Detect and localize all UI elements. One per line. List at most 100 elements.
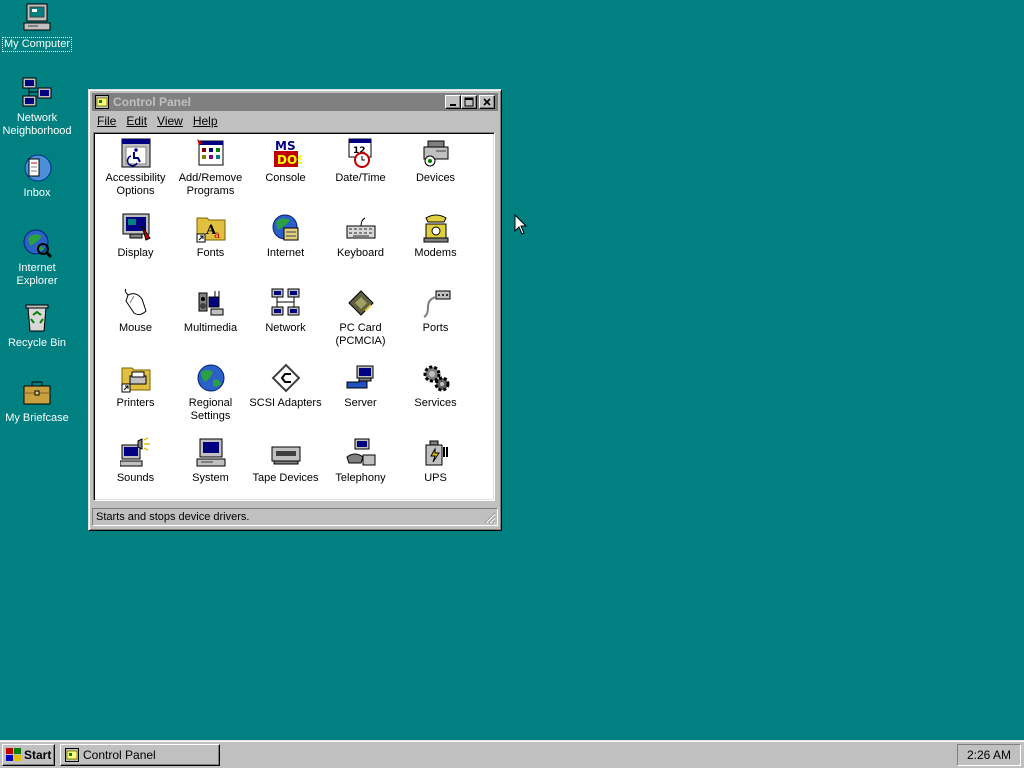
- applet-system[interactable]: System: [173, 437, 248, 485]
- menu-view-label: View: [157, 114, 183, 128]
- applet-tape-devices[interactable]: Tape Devices: [248, 437, 323, 485]
- applet-server[interactable]: Server: [323, 362, 398, 410]
- start-button[interactable]: Start: [2, 744, 55, 766]
- regional-settings-icon: [197, 364, 224, 392]
- internet-explorer-icon: [23, 229, 53, 259]
- applet-scsi-adapters[interactable]: SCSI Adapters: [248, 362, 323, 410]
- resize-grip-icon[interactable]: [484, 512, 496, 524]
- window-title: Control Panel: [113, 95, 192, 109]
- applet-devices[interactable]: Devices: [398, 137, 473, 185]
- status-text: Starts and stops device drivers.: [92, 508, 498, 526]
- fonts-icon: A a: [196, 217, 225, 243]
- inbox-icon: [24, 154, 52, 182]
- applet-console[interactable]: MS DOS Console: [248, 137, 323, 185]
- telephony-icon: [345, 438, 375, 466]
- applet-mouse[interactable]: Mouse: [98, 287, 173, 335]
- applet-multimedia[interactable]: Multimedia: [173, 287, 248, 335]
- desktop-icon-my-computer[interactable]: My Computer: [0, 2, 74, 52]
- server-icon: [346, 365, 373, 389]
- status-bar: Starts and stops device drivers.: [92, 508, 498, 526]
- accessibility-icon: [121, 138, 150, 168]
- applet-ups[interactable]: UPS: [398, 437, 473, 485]
- menu-edit-label: Edit: [126, 114, 148, 128]
- applet-label: Server: [344, 397, 377, 409]
- multimedia-icon: [198, 291, 223, 316]
- applet-pc-card[interactable]: PC Card (PCMCIA): [323, 287, 398, 348]
- close-icon: [483, 98, 491, 106]
- services-icon: [423, 365, 449, 392]
- close-button[interactable]: [479, 95, 495, 109]
- applet-regional-settings[interactable]: Regional Settings: [173, 362, 248, 423]
- title-bar[interactable]: Control Panel: [92, 93, 498, 111]
- sounds-icon: [119, 437, 150, 467]
- windows-logo-icon: [6, 748, 21, 761]
- applet-label: Sounds: [116, 472, 155, 484]
- applet-label: Tape Devices: [252, 472, 319, 484]
- applet-label: Console: [265, 172, 306, 184]
- menu-help[interactable]: Help: [188, 112, 223, 131]
- applet-label: PC Card (PCMCIA): [335, 322, 386, 347]
- taskbar: Start Control Panel 2:26 AM: [0, 740, 1024, 768]
- applet-services[interactable]: Services: [398, 362, 473, 410]
- svg-text:DOS: DOS: [277, 153, 302, 167]
- applet-sounds[interactable]: Sounds: [98, 437, 173, 485]
- maximize-button[interactable]: [461, 95, 477, 109]
- desktop-icon-label: Network Neighborhood: [2, 112, 72, 137]
- menu-view[interactable]: View: [152, 112, 188, 131]
- applet-label: Devices: [415, 172, 456, 184]
- desktop-icon-network-neighborhood[interactable]: Network Neighborhood: [0, 76, 74, 138]
- applet-telephony[interactable]: Telephony: [323, 437, 398, 485]
- applet-accessibility-options[interactable]: Accessibility Options: [98, 137, 173, 198]
- control-panel-window[interactable]: Control Panel File Edit View Help Access…: [88, 89, 502, 531]
- ports-icon: [422, 290, 450, 318]
- applet-label: Multimedia: [183, 322, 238, 334]
- add-remove-programs-icon: [196, 139, 223, 166]
- control-panel-content: Accessibility Options Add/Remove Program…: [93, 132, 495, 501]
- applet-display[interactable]: Display: [98, 212, 173, 260]
- display-icon: [122, 213, 151, 241]
- network-neighborhood-icon: [22, 77, 52, 107]
- applet-fonts[interactable]: A a Fonts: [173, 212, 248, 260]
- menu-help-label: Help: [192, 114, 218, 128]
- applet-network[interactable]: Network: [248, 287, 323, 335]
- applet-label: Accessibility Options: [105, 172, 166, 197]
- desktop-icon-my-briefcase[interactable]: My Briefcase: [0, 376, 74, 425]
- applet-internet[interactable]: Internet: [248, 212, 323, 260]
- applet-add-remove-programs[interactable]: Add/Remove Programs: [173, 137, 248, 198]
- start-label: Start: [24, 748, 52, 762]
- desktop-icon-label: My Briefcase: [5, 412, 69, 424]
- recycle-bin-icon: [25, 304, 49, 332]
- applet-modems[interactable]: Modems: [398, 212, 473, 260]
- applet-label: Fonts: [196, 247, 225, 259]
- internet-icon: [272, 214, 298, 241]
- applet-label: Services: [414, 397, 457, 409]
- taskbar-button-control-panel[interactable]: Control Panel: [60, 744, 220, 766]
- system-tray-clock[interactable]: 2:26 AM: [957, 744, 1021, 766]
- desktop-icon-label: Inbox: [23, 187, 51, 199]
- applet-printers[interactable]: Printers: [98, 362, 173, 410]
- applet-keyboard[interactable]: Keyboard: [323, 212, 398, 260]
- mouse-cursor-icon: [514, 214, 528, 235]
- applet-label: System: [192, 472, 229, 484]
- mouse-icon: [124, 288, 147, 316]
- pc-card-icon: [347, 290, 374, 316]
- desktop-icon-inbox[interactable]: Inbox: [0, 151, 74, 200]
- applet-label: Internet: [266, 247, 305, 259]
- taskbar-button-label: Control Panel: [83, 748, 156, 762]
- applet-date-time[interactable]: 12 Date/Time: [323, 137, 398, 185]
- menu-edit[interactable]: Edit: [121, 112, 152, 131]
- desktop-icon-internet-explorer[interactable]: Internet Explorer: [0, 226, 74, 288]
- menu-file-label: File: [97, 114, 117, 128]
- svg-text:a: a: [214, 230, 220, 241]
- applet-label: Network: [265, 322, 306, 334]
- menu-file[interactable]: File: [92, 112, 121, 131]
- minimize-button[interactable]: [445, 95, 461, 109]
- applet-ports[interactable]: Ports: [398, 287, 473, 335]
- console-icon: MS DOS: [273, 139, 302, 167]
- desktop-icon-recycle-bin[interactable]: Recycle Bin: [0, 301, 74, 350]
- applet-label: SCSI Adapters: [249, 397, 322, 409]
- desktop-icon-label: Recycle Bin: [7, 337, 67, 349]
- control-panel-icon: [95, 95, 109, 109]
- minimize-icon: [450, 104, 456, 106]
- applet-label: Date/Time: [335, 172, 386, 184]
